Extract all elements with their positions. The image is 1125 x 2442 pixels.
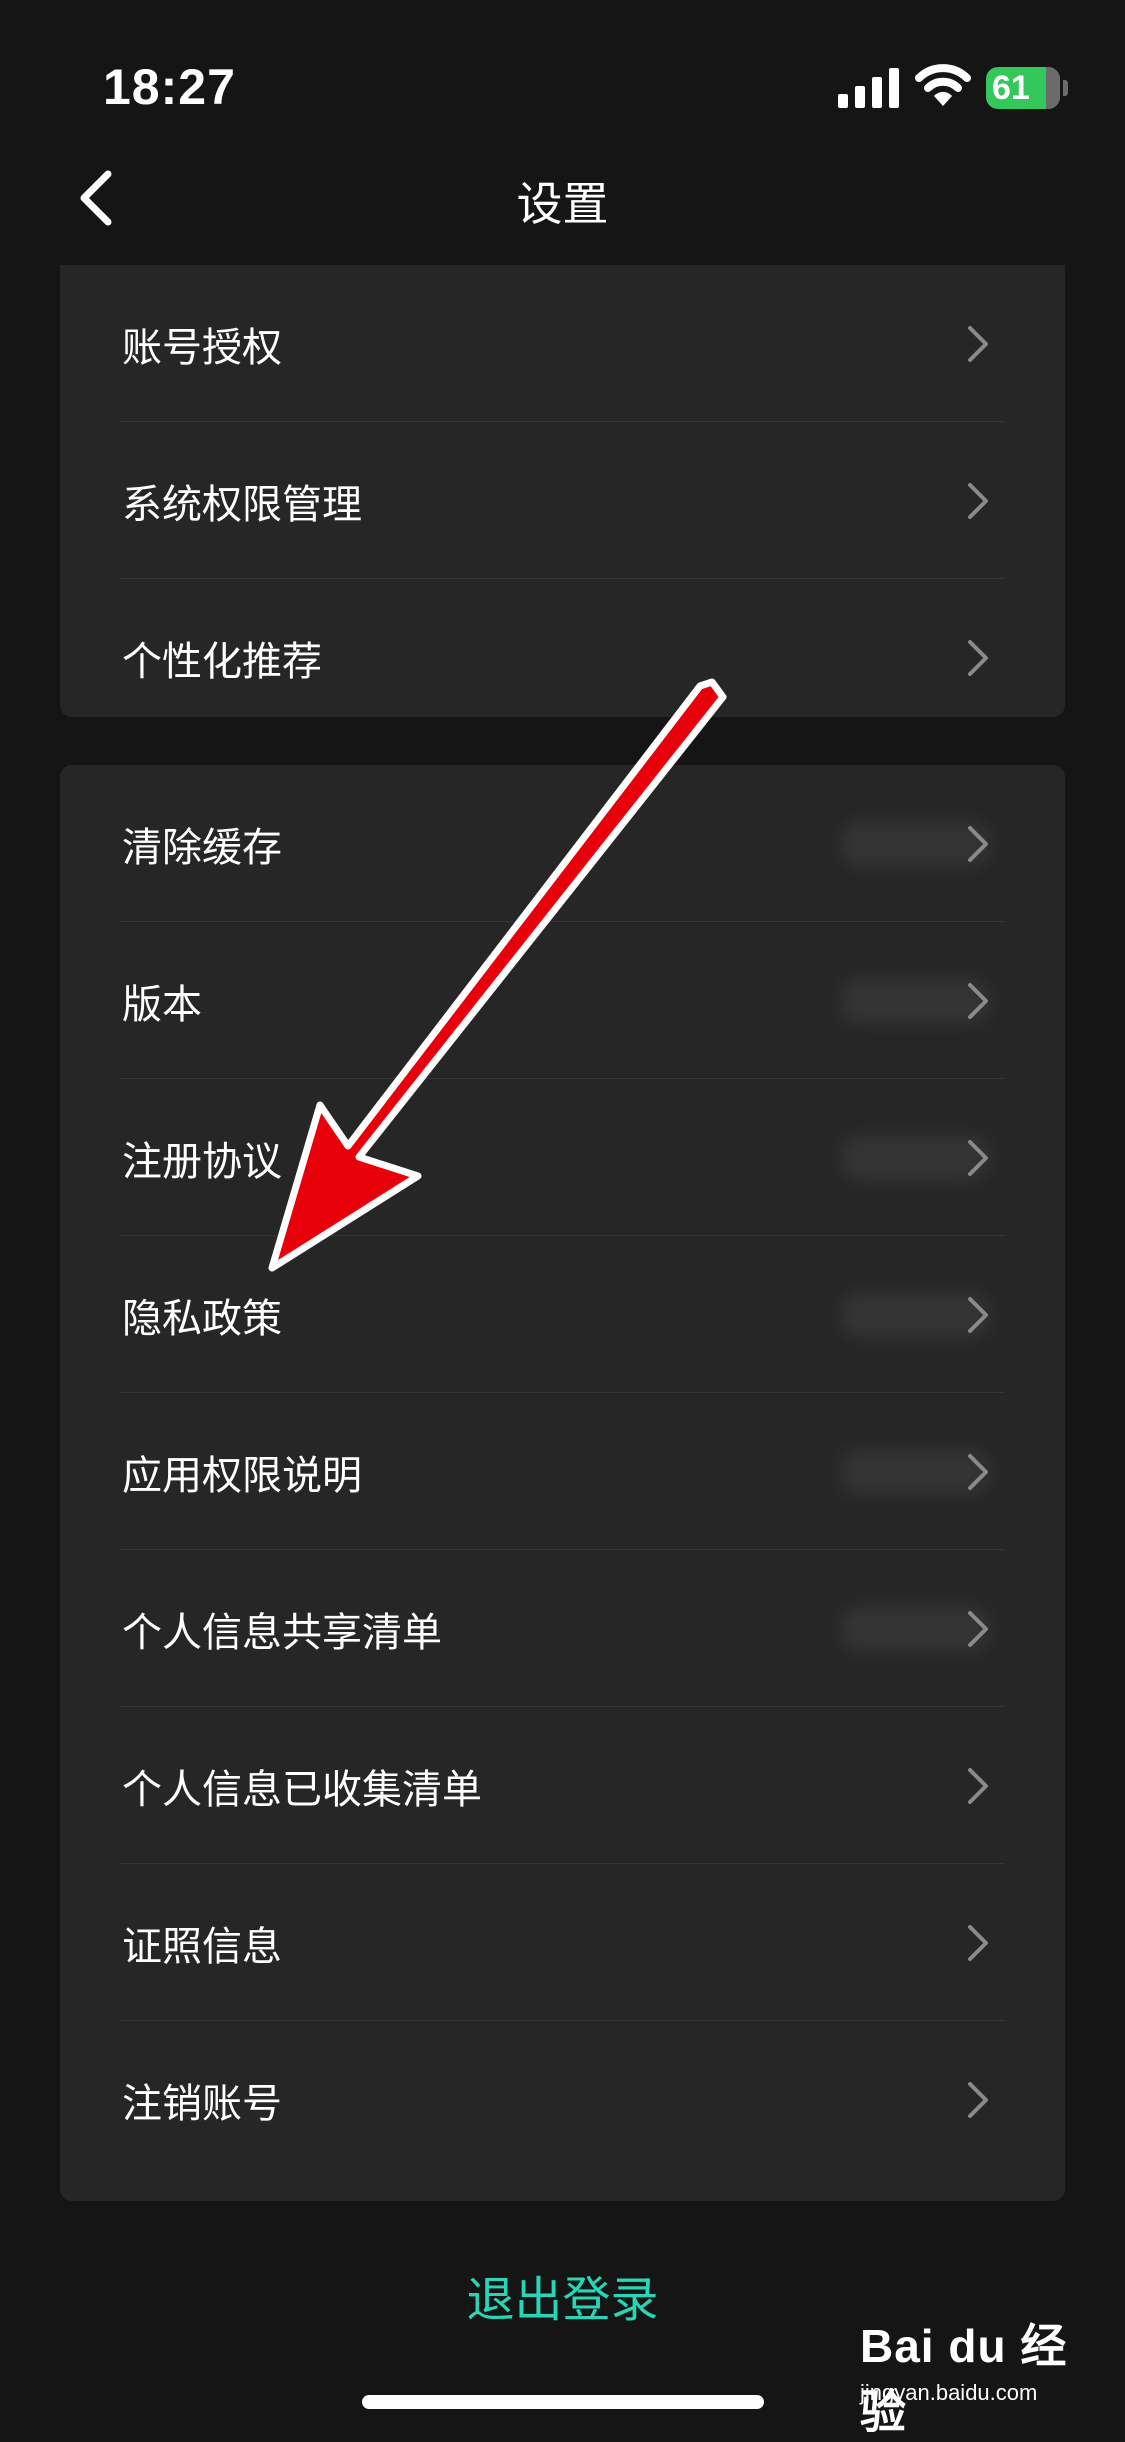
signal-icon [838, 68, 899, 108]
chevron-right-icon [968, 482, 988, 519]
chevron-right-icon [968, 1924, 988, 1961]
settings-item-label: 个人信息已收集清单 [122, 1766, 482, 1813]
watermark-brand: Bai du 经验 [860, 2320, 1068, 2438]
settings-item-delete-account[interactable]: 注销账号 [60, 2021, 1065, 2178]
settings-item-system-permissions[interactable]: 系统权限管理 [60, 422, 1065, 579]
settings-section-2: 清除缓存 版本 注册协议 隐私政策 应用权限说明 个人信息共享清单 个人信息已收… [60, 765, 1065, 2201]
chevron-right-icon [968, 1610, 988, 1647]
chevron-right-icon [968, 982, 988, 1019]
home-indicator[interactable] [362, 2395, 764, 2409]
settings-item-personalized-recommendation[interactable]: 个性化推荐 [60, 579, 1065, 736]
settings-item-clear-cache[interactable]: 清除缓存 [60, 765, 1065, 922]
battery-charging-icon: 61 [986, 67, 1060, 109]
battery-cap [1063, 80, 1068, 96]
chevron-right-icon [968, 825, 988, 862]
settings-item-label: 个人信息共享清单 [122, 1609, 442, 1656]
settings-item-label: 账号授权 [122, 324, 282, 371]
settings-item-registration-agreement[interactable]: 注册协议 [60, 1079, 1065, 1236]
settings-item-label: 应用权限说明 [122, 1452, 362, 1499]
settings-section-1: 账号授权 系统权限管理 个性化推荐 [60, 265, 1065, 717]
watermark-url: jingyan.baidu.com [860, 2380, 1038, 2405]
settings-item-label: 隐私政策 [122, 1295, 282, 1342]
settings-item-label: 注销账号 [122, 2080, 282, 2127]
chevron-right-icon [968, 639, 988, 676]
settings-item-label: 注册协议 [122, 1138, 282, 1185]
settings-item-info-sharing-list[interactable]: 个人信息共享清单 [60, 1550, 1065, 1707]
chevron-right-icon [968, 2081, 988, 2118]
page-title: 设置 [516, 177, 609, 231]
settings-item-label: 清除缓存 [122, 824, 282, 871]
battery-empty-portion [1046, 67, 1060, 109]
chevron-right-icon [968, 1767, 988, 1804]
wifi-icon [915, 64, 971, 106]
battery-level: 61 [992, 69, 1030, 107]
settings-item-label: 版本 [122, 981, 202, 1028]
settings-item-label: 个性化推荐 [122, 638, 322, 685]
settings-item-app-permissions[interactable]: 应用权限说明 [60, 1393, 1065, 1550]
chevron-right-icon [968, 1139, 988, 1176]
settings-item-license-info[interactable]: 证照信息 [60, 1864, 1065, 2021]
settings-item-label: 证照信息 [122, 1923, 282, 1970]
settings-item-info-collected-list[interactable]: 个人信息已收集清单 [60, 1707, 1065, 1864]
chevron-right-icon [968, 1296, 988, 1333]
settings-item-account-authorization[interactable]: 账号授权 [60, 265, 1065, 422]
settings-item-privacy-policy[interactable]: 隐私政策 [60, 1236, 1065, 1393]
settings-item-label: 系统权限管理 [122, 481, 362, 528]
chevron-right-icon [968, 325, 988, 362]
chevron-right-icon [968, 1453, 988, 1490]
baidu-jingyan-watermark: Bai du 经验 jingyan.baidu.com [860, 2310, 1090, 2438]
status-time: 18:27 [103, 59, 236, 115]
settings-item-version[interactable]: 版本 [60, 922, 1065, 1079]
